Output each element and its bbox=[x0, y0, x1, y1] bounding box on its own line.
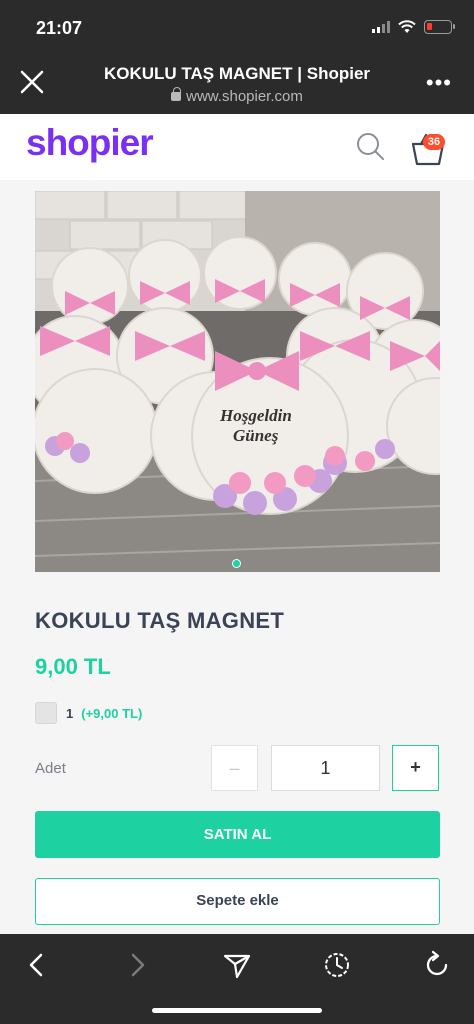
reload-icon[interactable] bbox=[422, 950, 452, 980]
product-photo: Hoşgeldin Güneş bbox=[35, 191, 440, 572]
share-icon[interactable] bbox=[222, 950, 252, 980]
option-row[interactable]: 1 (+9,00 TL) bbox=[35, 702, 142, 724]
quantity-plus-button[interactable]: + bbox=[392, 745, 439, 791]
wifi-icon bbox=[398, 20, 416, 33]
product-title: KOKULU TAŞ MAGNET bbox=[35, 608, 285, 633]
signal-icon bbox=[372, 21, 390, 33]
browser-header: KOKULU TAŞ MAGNET | Shopier www.shopier.… bbox=[0, 56, 474, 114]
back-icon[interactable] bbox=[22, 950, 52, 980]
option-name: 1 bbox=[66, 705, 74, 721]
image-text-2: Güneş bbox=[233, 426, 279, 445]
battery-icon bbox=[424, 20, 455, 34]
forward-icon[interactable] bbox=[122, 950, 152, 980]
option-price: (+9,00 TL) bbox=[81, 705, 143, 721]
option-checkbox[interactable] bbox=[35, 702, 57, 724]
buy-now-button[interactable]: SATIN AL bbox=[35, 811, 440, 858]
carousel-dot[interactable] bbox=[232, 559, 241, 568]
shopier-logo[interactable]: shopier bbox=[26, 122, 154, 164]
status-time: 21:07 bbox=[36, 18, 83, 38]
site-header: shopier bbox=[0, 114, 474, 180]
quantity-input[interactable]: 1 bbox=[271, 745, 380, 791]
history-icon[interactable] bbox=[322, 950, 352, 980]
more-icon[interactable]: ••• bbox=[426, 70, 452, 96]
status-bar: 21:07 bbox=[0, 0, 474, 56]
url-text: www.shopier.com bbox=[186, 88, 303, 105]
product-image[interactable]: Hoşgeldin Güneş bbox=[35, 191, 440, 572]
product-price: 9,00 TL bbox=[35, 654, 111, 679]
image-text-1: Hoşgeldin bbox=[219, 406, 292, 425]
quantity-minus-button[interactable]: – bbox=[211, 745, 258, 791]
browser-title: KOKULU TAŞ MAGNET | Shopier bbox=[103, 64, 371, 83]
quantity-label: Adet bbox=[35, 760, 66, 777]
status-icons bbox=[372, 20, 455, 34]
search-icon[interactable] bbox=[354, 130, 386, 162]
lock-icon bbox=[171, 87, 182, 101]
add-to-cart-button[interactable]: Sepete ekle bbox=[35, 878, 440, 925]
home-indicator[interactable] bbox=[152, 1008, 322, 1013]
cart-count-badge: 36 bbox=[423, 134, 445, 150]
browser-url[interactable]: www.shopier.com bbox=[0, 87, 474, 105]
